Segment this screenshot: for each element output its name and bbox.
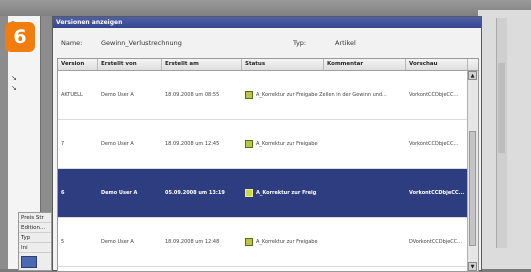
column-header-version[interactable]: Version — [58, 59, 98, 70]
name-value: Gewinn_Verlustrechnung — [101, 39, 182, 47]
author-cell: Demo User A — [101, 92, 134, 98]
status-icon — [245, 140, 253, 148]
arrow-icon: ↘ — [11, 84, 17, 92]
column-header-author[interactable]: Erstellt von — [98, 59, 162, 70]
column-header-comment[interactable]: Kommentar — [324, 59, 406, 70]
status-icon — [245, 91, 253, 99]
date-cell: 18.09.2008 um 12:45 — [165, 141, 220, 147]
status-text: A_Korrektur zur Freigabe — [256, 239, 318, 245]
version-cell: 6 — [61, 190, 65, 196]
date-cell: 18.09.2008 um 12:48 — [165, 239, 220, 245]
version-cell: 5 — [61, 239, 65, 245]
preview-cell: DVorkontCCDbjeCC... — [409, 239, 463, 245]
status-cell: A_Korrektur zur Freigabe Zeilen in der G… — [242, 91, 406, 99]
status-cell: A_Korrektur zur Freigabe — [242, 140, 406, 148]
author-cell: Demo User A — [101, 141, 134, 147]
preview-cell: VorkontCCDbjeCC... — [409, 141, 459, 147]
scrollbar-thumb[interactable] — [498, 63, 505, 153]
type-value: Artikel — [335, 39, 356, 47]
status-cell: A_Korrektur zur Freigabe — [242, 238, 406, 246]
app-icon[interactable] — [21, 256, 37, 268]
versions-dialog: Versionen anzeigen Name: Gewinn_Verlustr… — [52, 16, 482, 272]
version-cell: 7 — [61, 141, 65, 147]
column-header-date[interactable]: Erstellt am — [162, 59, 242, 70]
status-icon — [245, 238, 253, 246]
property-row: Typ — [19, 233, 51, 243]
table-row[interactable]: 5 Demo User A 18.09.2008 um 12:48 A_Korr… — [58, 218, 467, 267]
author-cell: Demo User A — [101, 190, 138, 196]
table-header: Version Erstellt von Erstellt am Status … — [58, 59, 478, 71]
author-cell: Demo User A — [101, 239, 134, 245]
background-toolbar — [0, 0, 531, 16]
scroll-up-icon[interactable]: ▲ — [468, 71, 477, 80]
step-number-badge: 6 — [5, 22, 35, 52]
column-header-status[interactable]: Status — [242, 59, 324, 70]
versions-table: Version Erstellt von Erstellt am Status … — [57, 58, 479, 272]
status-text: A_Korrektur zur Freigabe Zeilen in der G… — [256, 92, 387, 98]
scroll-down-icon[interactable]: ▼ — [468, 262, 477, 271]
arrow-icon: ↘ — [11, 74, 17, 82]
scrollbar-thumb[interactable] — [469, 131, 476, 246]
background-properties-panel: Preis Str Edition... Typ Ini — [18, 212, 52, 271]
table-body: AKTUELL Demo User A 18.09.2008 um 08:55 … — [58, 71, 467, 267]
status-text: A_Korrektur zur Freig — [256, 190, 317, 196]
preview-cell: VorkontCCDbjeCC... — [409, 190, 465, 196]
column-header-preview[interactable]: Vorschau — [406, 59, 468, 70]
name-label: Name: — [61, 39, 83, 47]
type-label: Typ: — [293, 39, 307, 47]
status-text: A_Korrektur zur Freigabe — [256, 141, 318, 147]
status-icon — [245, 189, 253, 197]
property-row: Ini — [19, 243, 51, 253]
version-cell: AKTUELL — [61, 92, 83, 98]
preview-cell: VorkontCCDbjeCC... — [409, 92, 459, 98]
table-row[interactable]: AKTUELL Demo User A 18.09.2008 um 08:55 … — [58, 71, 467, 120]
date-cell: 05.09.2008 um 13:19 — [165, 190, 225, 196]
property-row: Edition... — [19, 223, 51, 233]
dialog-title: Versionen anzeigen — [53, 17, 481, 28]
table-scrollbar[interactable]: ▲ ▼ — [467, 71, 478, 271]
table-row[interactable]: 7 Demo User A 18.09.2008 um 12:45 A_Korr… — [58, 120, 467, 169]
date-cell: 18.09.2008 um 08:55 — [165, 92, 220, 98]
background-right-panel — [478, 10, 531, 269]
table-row-selected[interactable]: 6 Demo User A 05.09.2008 um 13:19 A_Korr… — [58, 169, 467, 218]
property-row: Preis Str — [19, 213, 51, 223]
background-scrollbar[interactable] — [496, 18, 507, 248]
status-cell: A_Korrektur zur Freig — [242, 189, 406, 197]
document-info: Name: Gewinn_Verlustrechnung Typ: Artike… — [53, 28, 481, 55]
